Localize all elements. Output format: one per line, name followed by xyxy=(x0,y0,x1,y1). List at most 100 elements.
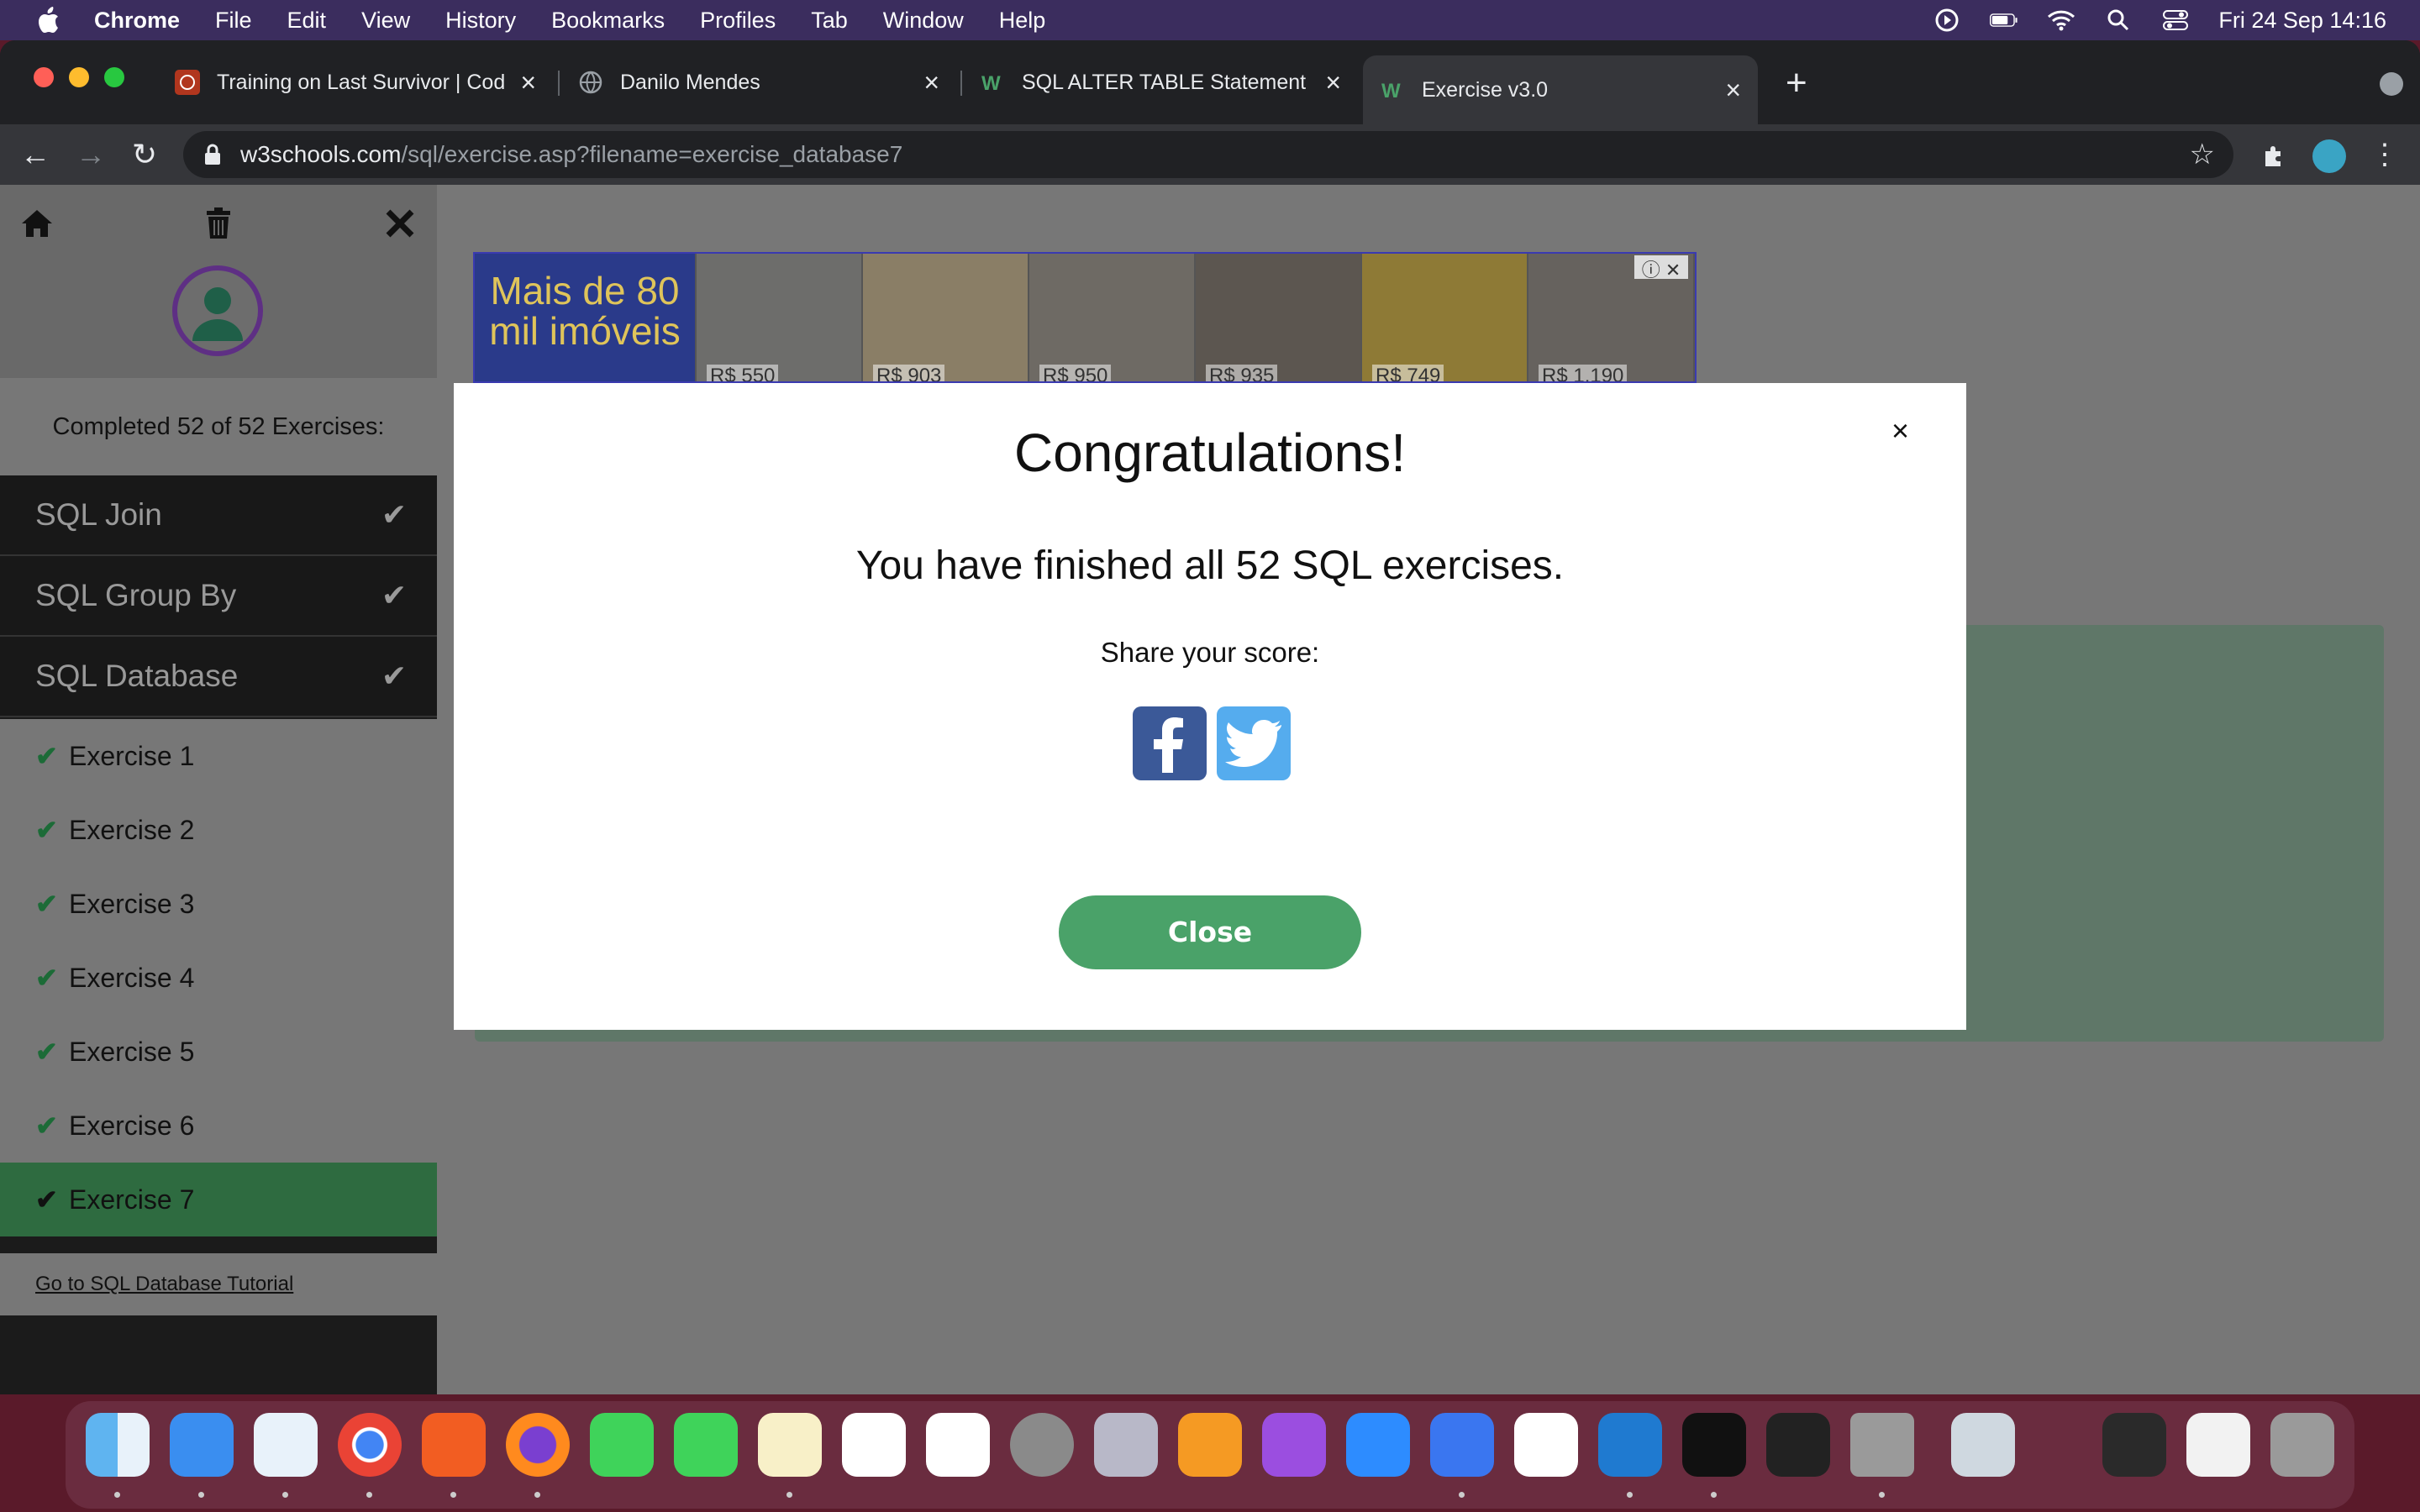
exercise-item-active[interactable]: ✔ Exercise 7 xyxy=(0,1163,437,1236)
ad-photo[interactable]: R$ 749 xyxy=(1362,254,1527,381)
exercise-item[interactable]: ✔ Exercise 2 xyxy=(0,793,437,867)
spotlight-search-icon[interactable] xyxy=(2104,8,2133,33)
running-indicator xyxy=(198,1492,204,1498)
firefox-icon[interactable] xyxy=(506,1413,570,1477)
menu-app-name[interactable]: Chrome xyxy=(94,8,180,34)
menu-profiles[interactable]: Profiles xyxy=(700,8,776,34)
tab-close-icon[interactable]: × xyxy=(923,67,939,98)
books-icon[interactable] xyxy=(1178,1413,1242,1477)
exercise-item[interactable]: ✔ Exercise 6 xyxy=(0,1089,437,1163)
tab-close-icon[interactable]: × xyxy=(520,67,536,98)
forward-arrow-icon[interactable]: → xyxy=(74,138,108,171)
advertisement-banner[interactable]: Mais de 80 mil imóveis R$ 550 R$ 903 R$ … xyxy=(473,252,1697,383)
new-tab-icon[interactable]: + xyxy=(1786,62,1807,104)
macos-dock xyxy=(66,1401,2354,1509)
menu-help[interactable]: Help xyxy=(999,8,1046,34)
twitter-share-button[interactable] xyxy=(1217,706,1291,780)
ad-photo[interactable]: R$ 903 xyxy=(863,254,1028,381)
profile-avatar-icon[interactable] xyxy=(2312,139,2346,173)
minimized-window-thumbnail[interactable] xyxy=(2102,1413,2166,1477)
menu-bookmarks[interactable]: Bookmarks xyxy=(551,8,665,34)
tab-exercise-active[interactable]: W Exercise v3.0 × xyxy=(1363,55,1758,124)
menu-edit[interactable]: Edit xyxy=(287,8,327,34)
section-sql-database[interactable]: SQL Database ✔ xyxy=(0,637,437,717)
tab-close-icon[interactable]: × xyxy=(1325,67,1341,98)
trash-icon[interactable] xyxy=(200,205,237,242)
section-sql-join[interactable]: SQL Join ✔ xyxy=(0,475,437,556)
section-sql-group-by[interactable]: SQL Group By ✔ xyxy=(0,556,437,637)
facebook-share-button[interactable] xyxy=(1133,706,1207,780)
completion-status: Completed 52 of 52 Exercises: xyxy=(0,378,437,475)
tab-separator xyxy=(558,71,560,96)
trash-bin-icon[interactable] xyxy=(2270,1413,2334,1477)
exercise-item[interactable]: ✔ Exercise 5 xyxy=(0,1015,437,1089)
reload-icon[interactable]: ↻ xyxy=(128,138,161,171)
close-x-icon[interactable] xyxy=(381,205,418,242)
menu-view[interactable]: View xyxy=(361,8,410,34)
w3schools-icon: W xyxy=(1380,77,1405,102)
user-icon xyxy=(192,287,243,341)
exercise-label: Exercise 1 xyxy=(69,740,195,771)
reminders-icon[interactable] xyxy=(926,1413,990,1477)
checkmark-icon: ✔ xyxy=(35,1037,58,1067)
tutorial-link[interactable]: Go to SQL Database Tutorial xyxy=(0,1253,437,1315)
database-icon[interactable] xyxy=(1850,1413,1914,1477)
chrome-icon[interactable] xyxy=(338,1413,402,1477)
launchpad-icon[interactable] xyxy=(1094,1413,1158,1477)
window-zoom-button[interactable] xyxy=(104,67,124,87)
podcasts-icon[interactable] xyxy=(1262,1413,1326,1477)
control-center-icon[interactable] xyxy=(2161,8,2190,33)
running-indicator xyxy=(1627,1492,1633,1498)
signal-icon[interactable] xyxy=(1430,1413,1494,1477)
menu-file[interactable]: File xyxy=(215,8,252,34)
preview-icon[interactable] xyxy=(1951,1413,2015,1477)
wifi-icon[interactable] xyxy=(2047,8,2075,33)
exercise-item[interactable]: ✔ Exercise 3 xyxy=(0,867,437,941)
apple-icon[interactable] xyxy=(35,6,60,34)
tab-search-icon[interactable] xyxy=(2380,72,2403,96)
address-bar[interactable]: w3schools.com/sql/exercise.asp?filename=… xyxy=(183,131,2233,178)
ad-photo[interactable]: R$ 950 xyxy=(1029,254,1194,381)
menu-history[interactable]: History xyxy=(445,8,516,34)
vscode-icon[interactable] xyxy=(1598,1413,1662,1477)
facetime-icon[interactable] xyxy=(674,1413,738,1477)
window-close-button[interactable] xyxy=(34,67,54,87)
battery-icon[interactable] xyxy=(1990,8,2018,33)
menubar-clock[interactable]: Fri 24 Sep 14:16 xyxy=(2218,8,2386,34)
ad-photo[interactable]: R$ 550 xyxy=(697,254,861,381)
tab-sql-alter-table[interactable]: W SQL ALTER TABLE Statement × xyxy=(963,55,1358,109)
tab-danilo-mendes[interactable]: Danilo Mendes × xyxy=(561,55,956,109)
exercise-item[interactable]: ✔ Exercise 1 xyxy=(0,719,437,793)
home-icon[interactable] xyxy=(18,205,55,242)
lock-icon[interactable] xyxy=(203,144,222,165)
slack-icon[interactable] xyxy=(1514,1413,1578,1477)
chrome-menu-icon[interactable]: ⋮ xyxy=(2368,138,2402,171)
terminal-icon[interactable] xyxy=(1682,1413,1746,1477)
finder-icon[interactable] xyxy=(86,1413,150,1477)
exercise-item[interactable]: ✔ Exercise 4 xyxy=(0,941,437,1015)
play-icon[interactable] xyxy=(1933,8,1961,33)
zoom-icon[interactable] xyxy=(1346,1413,1410,1477)
notes-icon[interactable] xyxy=(758,1413,822,1477)
ad-choices-close-icon[interactable]: ⓘ ✕ xyxy=(1634,255,1688,281)
minimized-window-thumbnail[interactable] xyxy=(2186,1413,2250,1477)
system-preferences-icon[interactable] xyxy=(1010,1413,1074,1477)
safari-icon[interactable] xyxy=(254,1413,318,1477)
mail-icon[interactable] xyxy=(170,1413,234,1477)
user-avatar[interactable] xyxy=(172,265,263,356)
messages-icon[interactable] xyxy=(590,1413,654,1477)
back-arrow-icon[interactable]: ← xyxy=(18,138,52,171)
ad-photo[interactable]: R$ 935 xyxy=(1196,254,1360,381)
browser-toolbar: ← → ↻ w3schools.com/sql/exercise.asp?fil… xyxy=(0,124,2420,185)
tab-close-icon[interactable]: × xyxy=(1725,75,1741,106)
activity-monitor-icon[interactable] xyxy=(1766,1413,1830,1477)
menu-window[interactable]: Window xyxy=(883,8,964,34)
tab-codewars[interactable]: Training on Last Survivor | Cod × xyxy=(158,55,553,109)
window-minimize-button[interactable] xyxy=(69,67,89,87)
extensions-puzzle-icon[interactable] xyxy=(2257,139,2291,173)
brave-icon[interactable] xyxy=(422,1413,486,1477)
modal-close-button[interactable]: Close xyxy=(1059,895,1361,969)
bookmark-star-icon[interactable]: ☆ xyxy=(2190,138,2215,171)
menu-tab[interactable]: Tab xyxy=(811,8,848,34)
calendar-icon[interactable] xyxy=(842,1413,906,1477)
